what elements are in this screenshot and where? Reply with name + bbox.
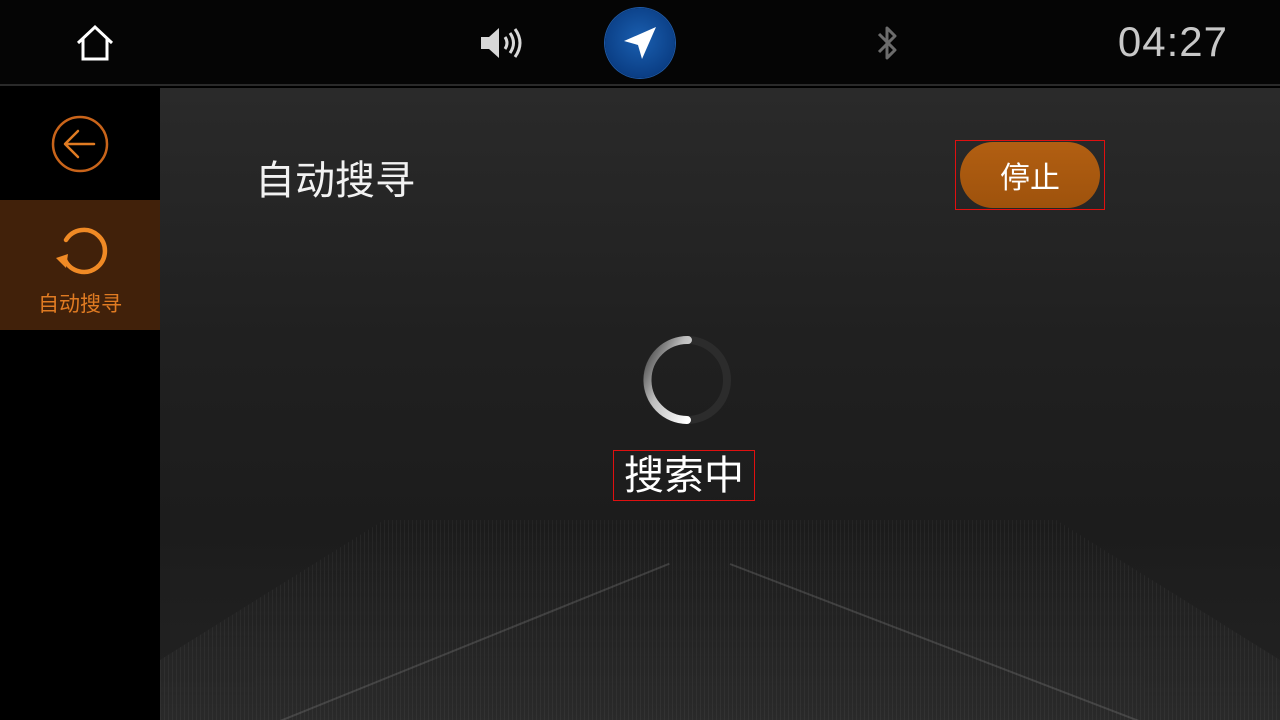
background-floor	[160, 520, 1280, 720]
sidebar: 自动搜寻	[0, 88, 160, 720]
refresh-icon	[50, 222, 110, 282]
bluetooth-button[interactable]	[862, 14, 914, 72]
main-panel: 自动搜寻 停止 搜索中	[160, 88, 1280, 720]
stop-button-frame: 停止	[955, 140, 1105, 210]
page-title: 自动搜寻	[255, 158, 415, 204]
stop-button[interactable]: 停止	[960, 142, 1100, 208]
home-icon	[76, 24, 114, 61]
bluetooth-icon	[877, 26, 897, 60]
home-button[interactable]	[66, 14, 124, 72]
volume-button[interactable]	[472, 14, 532, 72]
navigation-button[interactable]	[605, 8, 675, 78]
navigation-arrow-icon	[624, 27, 656, 59]
loading-spinner-icon	[643, 335, 731, 424]
clock-time: 04:27	[1117, 18, 1228, 65]
sidebar-item-auto-search[interactable]: 自动搜寻	[0, 200, 160, 330]
volume-icon	[481, 28, 522, 58]
back-button[interactable]	[0, 88, 160, 200]
search-status-text: 搜索中	[624, 452, 744, 499]
back-arrow-icon	[51, 115, 109, 173]
status-frame: 搜索中	[613, 450, 755, 501]
sidebar-item-label: 自动搜寻	[38, 292, 122, 316]
status-bar: 04:27	[0, 0, 1280, 86]
